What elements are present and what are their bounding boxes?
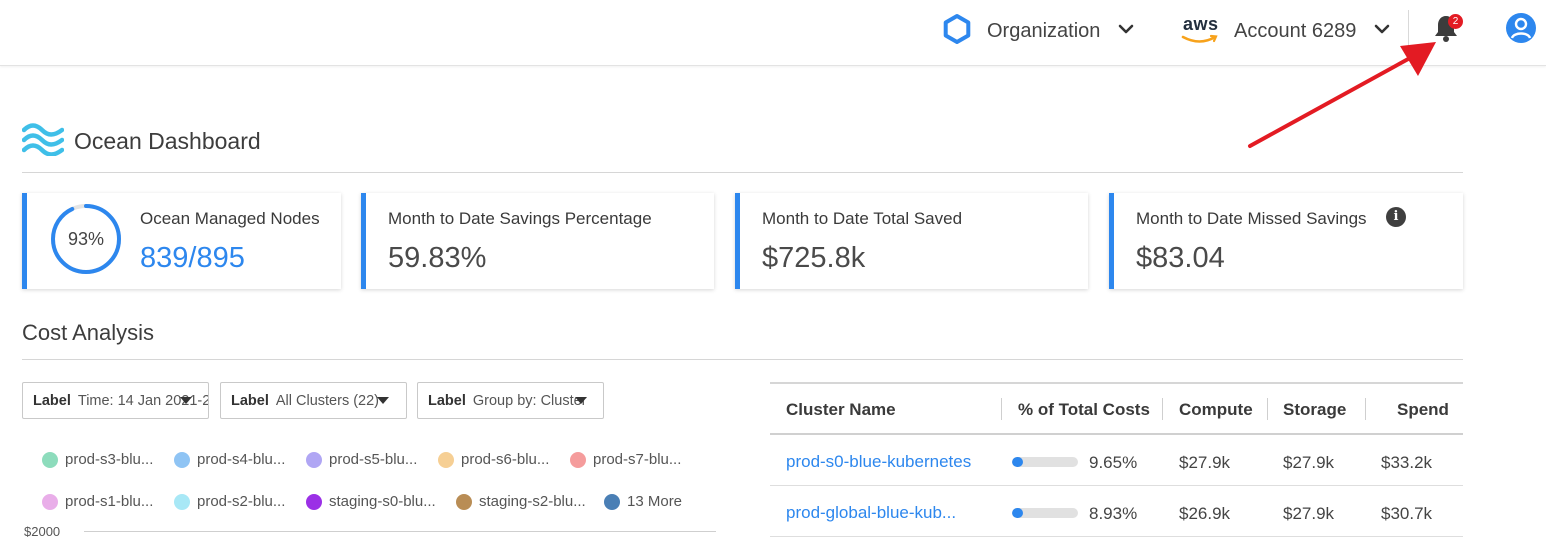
ocean-waves-icon: [21, 122, 65, 161]
info-icon[interactable]: i: [1386, 207, 1406, 227]
stat-card-missed-savings: Month to Date Missed Savings i $83.04: [1109, 193, 1463, 289]
organization-label: Organization: [987, 19, 1101, 42]
savings-percentage-title: Month to Date Savings Percentage: [388, 209, 652, 228]
caret-down-icon: [377, 397, 389, 404]
column-header-cluster-name[interactable]: Cluster Name: [786, 400, 896, 420]
legend-dot: [570, 451, 586, 468]
legend-dot: [604, 493, 620, 510]
compute-value: $27.9k: [1179, 453, 1231, 472]
organization-selector[interactable]: Organization: [941, 13, 1134, 50]
legend-dot: [306, 451, 322, 468]
chart-gridline: [84, 531, 716, 532]
org-hexagon-icon: [941, 13, 973, 50]
legend-label: prod-s5-blu...: [329, 451, 418, 468]
legend-item[interactable]: staging-s0-blu...: [306, 493, 436, 510]
savings-percentage-value: 59.83%: [388, 242, 487, 274]
total-saved-value: $725.8k: [762, 242, 866, 274]
percent-value: 8.93%: [1089, 504, 1138, 523]
legend-label: staging-s2-blu...: [479, 493, 586, 510]
missed-savings-title: Month to Date Missed Savings: [1136, 209, 1367, 228]
total-saved-title: Month to Date Total Saved: [762, 209, 963, 228]
page-title: Ocean Dashboard: [74, 128, 261, 154]
column-separator: [1267, 398, 1268, 420]
legend-label: staging-s0-blu...: [329, 493, 436, 510]
legend-item[interactable]: prod-s4-blu...: [174, 451, 285, 468]
notification-count-badge: 2: [1448, 14, 1463, 29]
column-separator: [1001, 398, 1002, 420]
spend-value: $33.2k: [1381, 453, 1433, 472]
legend-dot: [306, 493, 322, 510]
cluster-name-link[interactable]: prod-s0-blue-kubernetes: [786, 452, 971, 472]
legend-dot: [174, 493, 190, 510]
cost-analysis-title: Cost Analysis: [22, 320, 155, 345]
managed-nodes-title: Ocean Managed Nodes: [140, 209, 320, 228]
legend-label: prod-s3-blu...: [65, 451, 154, 468]
legend-dot: [174, 451, 190, 468]
user-avatar-icon: [1505, 12, 1537, 49]
compute-value: $26.9k: [1179, 504, 1231, 523]
legend-label: prod-s2-blu...: [197, 493, 286, 510]
column-header-compute[interactable]: Compute: [1179, 400, 1253, 420]
legend-more-button[interactable]: 13 More: [604, 493, 682, 510]
filter-label: Label: [231, 392, 269, 409]
filter-value: All Clusters (22): [275, 392, 380, 409]
annotation-arrow: [1248, 42, 1436, 148]
legend-item[interactable]: prod-s1-blu...: [42, 493, 153, 510]
chevron-down-icon: [1118, 22, 1134, 40]
legend-dot: [42, 493, 58, 510]
stat-card-managed-nodes: 93% Ocean Managed Nodes 839/895: [22, 193, 341, 289]
legend-item[interactable]: prod-s7-blu...: [570, 451, 681, 468]
page-header: Ocean Dashboard: [21, 122, 261, 161]
legend-label: prod-s7-blu...: [593, 451, 682, 468]
caret-down-icon: [180, 397, 192, 404]
stat-card-savings-percentage: Month to Date Savings Percentage 59.83%: [361, 193, 714, 289]
storage-value: $27.9k: [1283, 504, 1335, 523]
caret-down-icon: [575, 397, 587, 404]
missed-savings-value: $83.04: [1136, 242, 1225, 274]
table-header-border: [770, 433, 1463, 435]
user-avatar-button[interactable]: [1505, 12, 1537, 49]
legend-item[interactable]: prod-s5-blu...: [306, 451, 417, 468]
clusters-filter[interactable]: Label All Clusters (22): [220, 382, 407, 419]
stat-card-total-saved: Month to Date Total Saved $725.8k: [735, 193, 1088, 289]
filter-value: Group by: Cluster: [472, 392, 587, 409]
percent-bar: [1012, 508, 1078, 518]
percent-bar-fill: [1012, 457, 1024, 467]
cost-analysis-divider: [22, 359, 1463, 360]
legend-item[interactable]: prod-s6-blu...: [438, 451, 549, 468]
y-axis-tick-label: $2000: [24, 524, 61, 539]
row-divider: [770, 485, 1463, 486]
legend-label: prod-s4-blu...: [197, 451, 286, 468]
legend-label: 13 More: [627, 493, 683, 510]
managed-nodes-percent: 93%: [67, 229, 105, 249]
aws-logo-icon: aws: [1180, 14, 1220, 46]
column-separator: [1365, 398, 1366, 420]
column-header-percent-total[interactable]: % of Total Costs: [1018, 400, 1150, 420]
legend-item[interactable]: prod-s2-blu...: [174, 493, 285, 510]
legend-label: prod-s6-blu...: [461, 451, 550, 468]
legend-item[interactable]: prod-s3-blu...: [42, 451, 153, 468]
legend-item[interactable]: staging-s2-blu...: [456, 493, 586, 510]
column-separator: [1162, 398, 1163, 420]
column-header-storage[interactable]: Storage: [1283, 400, 1346, 420]
percent-bar: [1012, 457, 1078, 467]
storage-value: $27.9k: [1283, 453, 1335, 472]
cluster-name-link[interactable]: prod-global-blue-kub...: [786, 503, 956, 523]
legend-dot: [438, 451, 454, 468]
percent-bar-fill: [1012, 508, 1023, 518]
column-header-spend[interactable]: Spend: [1397, 400, 1449, 420]
percent-value: 9.65%: [1089, 453, 1138, 472]
filter-label: Label: [33, 392, 71, 409]
table-top-border: [770, 382, 1463, 384]
row-divider: [770, 536, 1463, 537]
title-divider: [22, 172, 1463, 173]
time-filter[interactable]: Label Time: 14 Jan 2021-2: [22, 382, 209, 419]
legend-label: prod-s1-blu...: [65, 493, 154, 510]
spend-value: $30.7k: [1381, 504, 1433, 523]
legend-dot: [456, 493, 472, 510]
group-by-filter[interactable]: Label Group by: Cluster: [417, 382, 604, 419]
legend-dot: [42, 451, 58, 468]
filter-label: Label: [428, 392, 466, 409]
managed-nodes-value[interactable]: 839/895: [140, 242, 245, 275]
